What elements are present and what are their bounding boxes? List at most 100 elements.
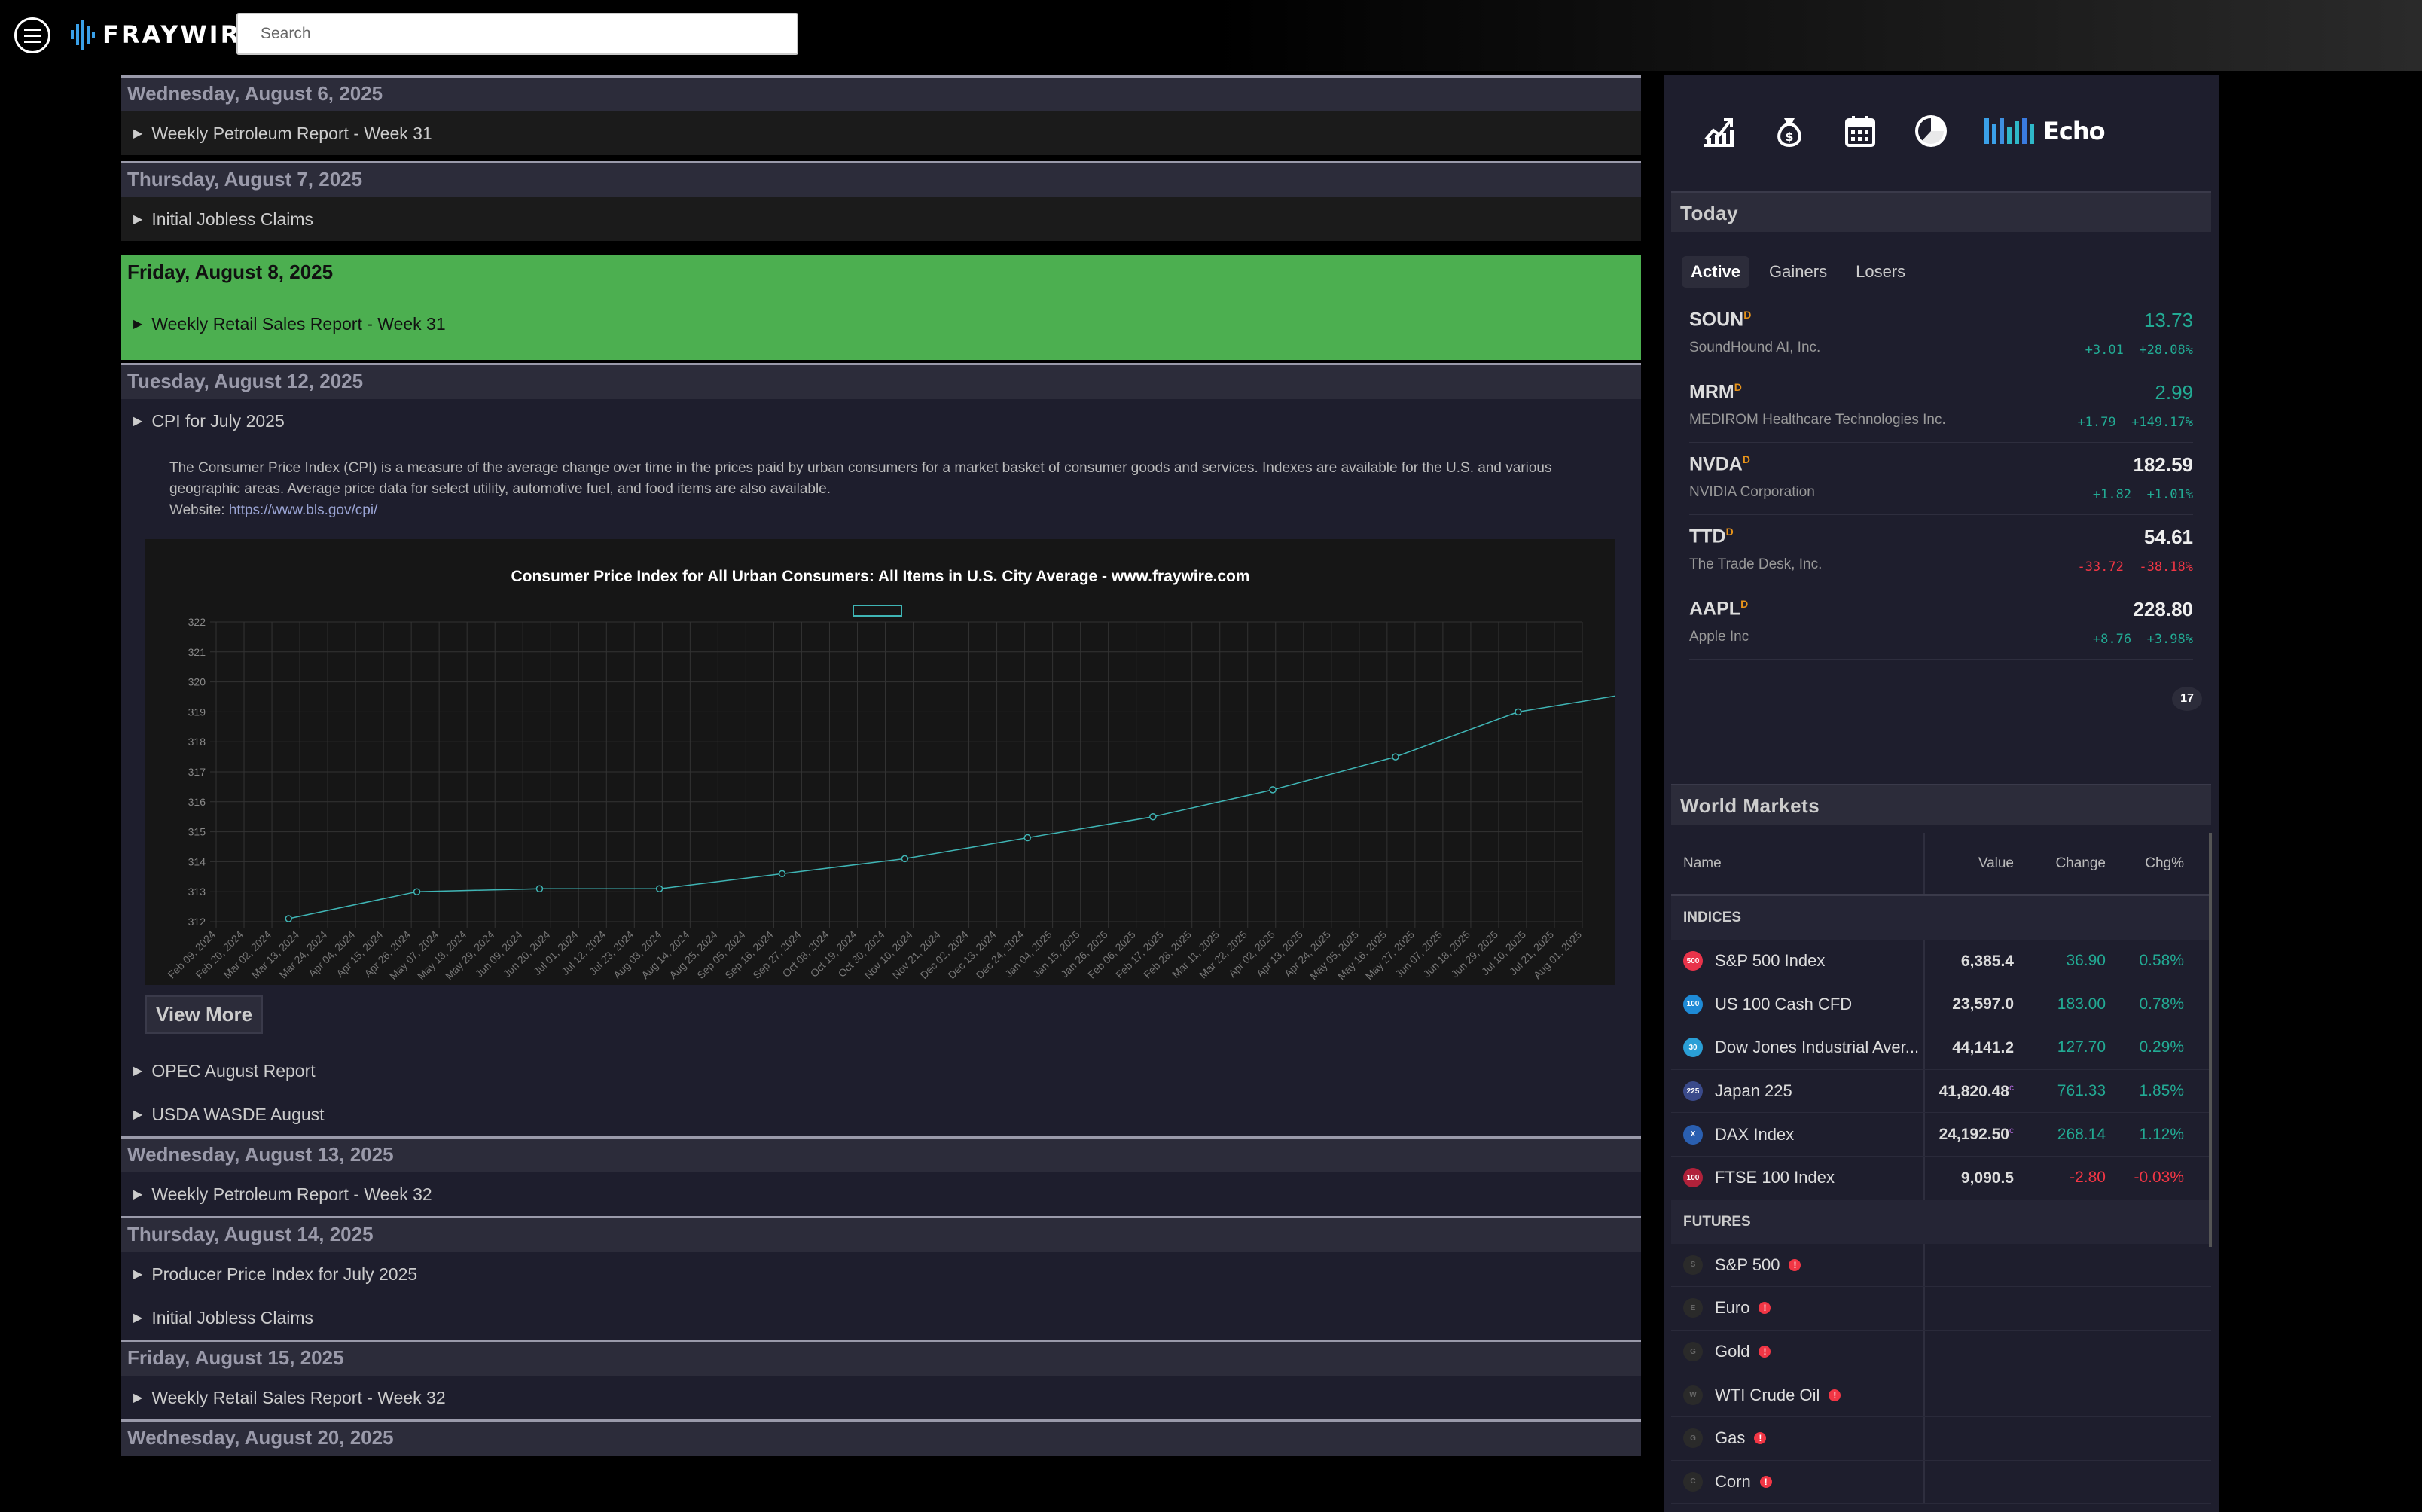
warning-icon: !	[1754, 1432, 1767, 1445]
index-row[interactable]: 500 S&P 500 Index 6,385.4 36.90 0.58%	[1671, 940, 2211, 983]
index-row[interactable]: 225 Japan 225 41,820.48c 761.33 1.85%	[1671, 1069, 2211, 1114]
view-more-button[interactable]: View More	[145, 995, 264, 1034]
delayed-flag: D	[1740, 598, 1749, 610]
chart-line-icon[interactable]	[1701, 114, 1736, 148]
stock-list: SOUND SoundHound AI, Inc. 13.73 +3.01 +2…	[1664, 298, 2219, 660]
future-row[interactable]: G Gas!	[1671, 1416, 2211, 1461]
event-item[interactable]: ▶ Initial Jobless Claims	[121, 1296, 1641, 1340]
index-row[interactable]: X DAX Index 24,192.50c 268.14 1.12%	[1671, 1113, 2211, 1157]
stock-row[interactable]: NVDAD NVIDIA Corporation 182.59 +1.82 +1…	[1689, 443, 2193, 515]
cpi-series-line	[288, 695, 1615, 919]
money-bag-icon[interactable]: $	[1772, 114, 1807, 148]
future-row[interactable]: W WTI Crude Oil!	[1671, 1373, 2211, 1417]
calendar-icon[interactable]	[1843, 114, 1878, 148]
event-item[interactable]: ▶ Weekly Retail Sales Report - Week 31	[121, 288, 1641, 360]
hamburger-menu-icon[interactable]	[14, 17, 50, 53]
data-point	[535, 885, 544, 892]
col-value[interactable]: Value	[1925, 855, 2014, 872]
website-link[interactable]: https://www.bls.gov/cpi/	[229, 502, 377, 518]
tradingview-logo-icon[interactable]: 17	[2172, 687, 2202, 711]
brand-logo[interactable]: FRAYWIRE	[71, 18, 260, 51]
future-row[interactable]: E Euro!	[1671, 1287, 2211, 1331]
echo-waveform-icon	[1984, 118, 2034, 144]
y-tick-label: 322	[188, 616, 206, 628]
index-change: 36.90	[2066, 952, 2106, 970]
index-name: US 100 Cash CFD	[1715, 994, 1853, 1014]
tab-active[interactable]: Active	[1682, 256, 1750, 288]
event-item[interactable]: ▶ Weekly Petroleum Report - Week 31	[121, 111, 1641, 155]
y-tick-label: 319	[188, 706, 206, 718]
stock-row[interactable]: MRMD MEDIROM Healthcare Technologies Inc…	[1689, 370, 2193, 443]
expand-arrow-icon: ▶	[133, 1312, 143, 1325]
index-change-pct: 0.58%	[2139, 952, 2184, 970]
stock-row[interactable]: AAPLD Apple Inc 228.80 +8.76 +3.98%	[1689, 587, 2193, 660]
future-row[interactable]: G Gold!	[1671, 1330, 2211, 1374]
echo-label: Echo	[2043, 117, 2106, 145]
tab-losers[interactable]: Losers	[1847, 256, 1914, 288]
delayed-flag: D	[1725, 526, 1734, 538]
expand-arrow-icon: ▶	[133, 1392, 143, 1404]
event-item[interactable]: ▶ Weekly Retail Sales Report - Week 32	[121, 1376, 1641, 1419]
event-item[interactable]: ▶ Producer Price Index for July 2025	[121, 1252, 1641, 1296]
index-value: 6,385.4	[1960, 952, 2014, 970]
col-chg-pct[interactable]: Chg%	[2106, 855, 2196, 872]
event-item-expanded[interactable]: ▶ CPI for July 2025	[121, 399, 1641, 443]
y-tick-label: 312	[188, 916, 206, 928]
stock-left: TTDD The Trade Desk, Inc.	[1689, 526, 1822, 587]
day-heading: Friday, August 8, 2025	[121, 255, 1641, 288]
index-row[interactable]: 30 Dow Jones Industrial Aver... 44,141.2 …	[1671, 1026, 2211, 1070]
world-markets-scrollbar[interactable]	[2209, 833, 2212, 1247]
stock-change: +8.76 +3.98%	[2092, 632, 2193, 647]
data-point	[413, 888, 421, 895]
col-name[interactable]: Name	[1671, 833, 1925, 894]
index-row[interactable]: 100 US 100 Cash CFD 23,597.0 183.00 0.78%	[1671, 983, 2211, 1027]
day-block-highlighted: Friday, August 8, 2025 ▶ Weekly Retail Sa…	[121, 255, 1641, 360]
warning-icon: !	[1759, 1346, 1771, 1358]
stock-row[interactable]: SOUND SoundHound AI, Inc. 13.73 +3.01 +2…	[1689, 298, 2193, 370]
col-change[interactable]: Change	[2014, 855, 2106, 872]
stock-row[interactable]: TTDD The Trade Desk, Inc. 54.61 -33.72 -…	[1689, 515, 2193, 587]
warning-icon: !	[1759, 1302, 1771, 1315]
search-input[interactable]	[236, 13, 798, 55]
legend-swatch	[853, 605, 902, 617]
chart-title: Consumer Price Index for All Urban Consu…	[511, 568, 1249, 585]
future-row[interactable]: S S&P 500!	[1671, 1243, 2211, 1288]
expand-arrow-icon: ▶	[133, 127, 143, 140]
stock-symbol: NVDAD	[1689, 453, 1750, 475]
event-item[interactable]: ▶ USDA WASDE August	[121, 1093, 1641, 1136]
today-panel-title: Today	[1671, 191, 2211, 232]
cpi-chart: Consumer Price Index for All Urban Consu…	[145, 539, 1615, 985]
index-name: DAX Index	[1715, 1124, 1795, 1144]
top-bar: FRAYWIRE	[0, 0, 2422, 71]
event-title: CPI for July 2025	[151, 410, 285, 431]
futures-rows: S S&P 500! E Euro! G Gold! W WTI Crude Oil! …	[1671, 1243, 2211, 1504]
warning-icon: !	[1759, 1475, 1772, 1488]
y-tick-label: 318	[188, 736, 206, 748]
index-row[interactable]: 100 FTSE 100 Index 9,090.5 -2.80 -0.03%	[1671, 1156, 2211, 1200]
index-name-cell: 225 Japan 225	[1671, 1069, 1925, 1113]
day-heading: Wednesday, August 20, 2025	[121, 1419, 1641, 1456]
echo-button[interactable]: Echo	[1984, 117, 2106, 145]
stock-left: AAPLD Apple Inc	[1689, 598, 1749, 659]
data-point	[778, 870, 786, 878]
stock-name: SoundHound AI, Inc.	[1689, 340, 1821, 356]
event-item[interactable]: ▶ Weekly Petroleum Report - Week 32	[121, 1172, 1641, 1216]
data-point	[1515, 708, 1522, 716]
event-item[interactable]: ▶ Initial Jobless Claims	[121, 197, 1641, 241]
day-heading: Thursday, August 7, 2025	[121, 161, 1641, 197]
indices-rows: 500 S&P 500 Index 6,385.4 36.90 0.58% 100…	[1671, 940, 2211, 1200]
event-item[interactable]: ▶ OPEC August Report	[121, 1049, 1641, 1093]
pie-chart-icon[interactable]	[1914, 114, 1948, 148]
data-point	[1149, 812, 1157, 821]
tab-gainers[interactable]: Gainers	[1760, 256, 1836, 288]
today-tabs: Active Gainers Losers	[1664, 232, 2219, 298]
y-tick-label: 313	[188, 886, 206, 898]
group-futures: FUTURES	[1671, 1200, 2211, 1244]
future-row[interactable]: C Corn!	[1671, 1460, 2211, 1504]
expand-arrow-icon: ▶	[133, 213, 143, 226]
stock-left: MRMD MEDIROM Healthcare Technologies Inc…	[1689, 381, 1946, 442]
index-change: 761.33	[2057, 1082, 2106, 1100]
future-name-cell: E Euro!	[1671, 1287, 1925, 1330]
stock-symbol: AAPLD	[1689, 598, 1749, 620]
website-label: Website:	[169, 502, 225, 518]
